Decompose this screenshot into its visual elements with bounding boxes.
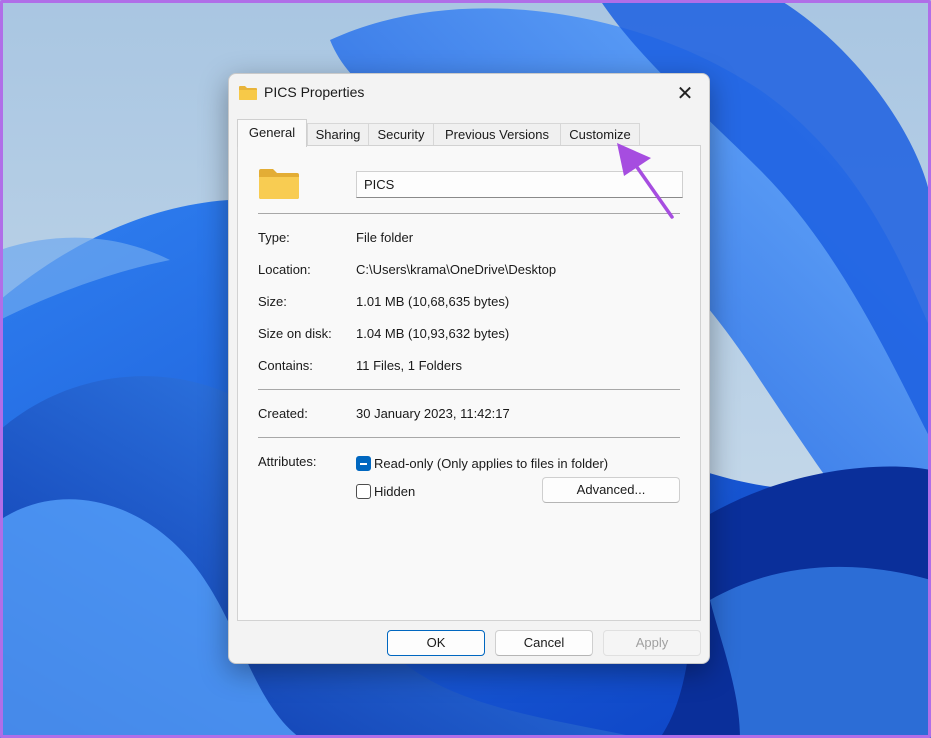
arrow-icon — [617, 143, 674, 219]
